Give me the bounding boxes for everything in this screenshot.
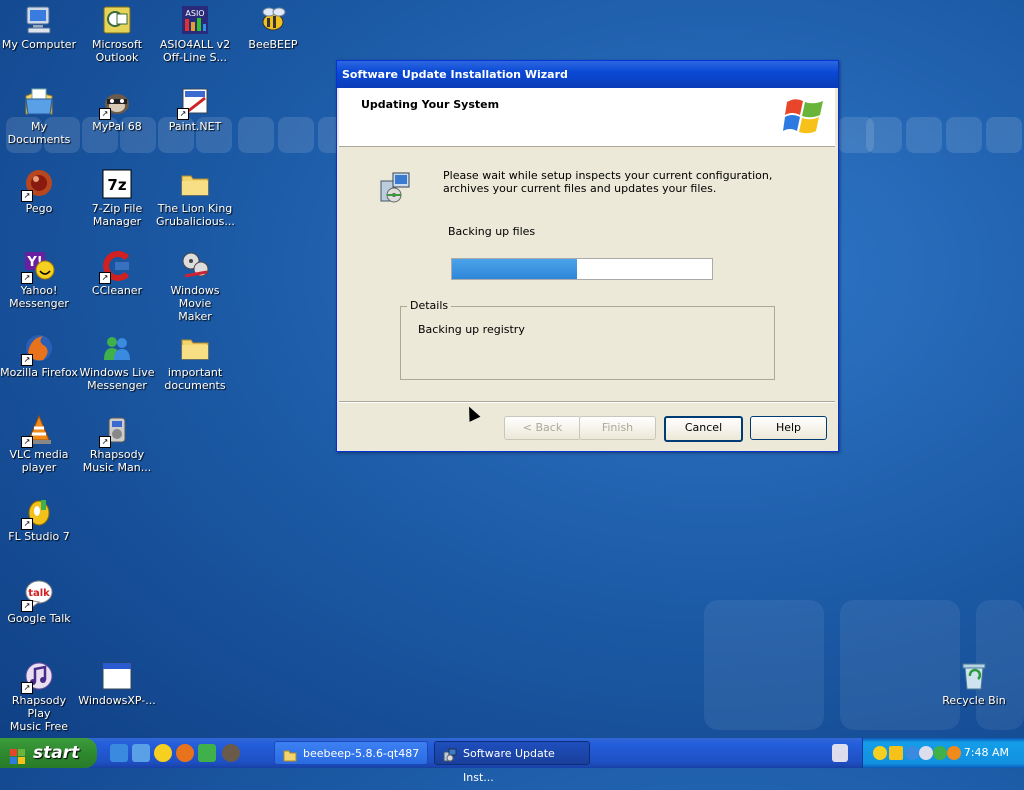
footer-separator [339, 401, 835, 403]
yahoo-messenger-icon: Y! ↗ [21, 250, 55, 284]
my-computer-icon [23, 4, 55, 36]
tray-shield-icon[interactable] [889, 746, 903, 760]
tray-search-icon[interactable] [947, 746, 961, 760]
ccleaner-icon: ↗ [99, 250, 133, 284]
beebeep-icon [257, 4, 289, 36]
desktop-icon-important-documents[interactable]: important documents [156, 332, 234, 392]
pego-icon: ↗ [21, 168, 55, 202]
taskbar-item-beebeep-folder[interactable]: beebeep-5.8.6-qt487 [274, 741, 428, 765]
desktop-icon-rhapsody-play[interactable]: ↗ Rhapsody Play Music Free [0, 660, 78, 733]
window-title[interactable]: Software Update Installation Wizard [337, 61, 838, 88]
windows-flag-icon [783, 94, 827, 138]
wizard-header: Updating Your System [339, 88, 835, 147]
firefox-icon: ↗ [21, 332, 55, 366]
desktop-icon-firefox[interactable]: ↗ Mozilla Firefox [0, 332, 78, 379]
start-button[interactable]: start [0, 738, 97, 768]
rhapsody-icon: ↗ [99, 414, 133, 448]
quicklaunch-outlook-icon[interactable] [132, 744, 150, 762]
tray-live-messenger-icon[interactable] [933, 746, 947, 760]
quicklaunch-mypal-icon[interactable] [222, 744, 240, 762]
wizard-heading: Updating Your System [361, 98, 500, 111]
desktop-icon-ccleaner[interactable]: ↗ CCleaner [78, 250, 156, 297]
finish-button[interactable]: Finish [579, 416, 656, 440]
desktop-icon-pego[interactable]: ↗ Pego [0, 168, 78, 215]
start-label: start [33, 743, 80, 763]
desktop-icon-asio4all[interactable]: ASIO ASIO4ALL v2 Off-Line S... [156, 4, 234, 64]
wizard-body: Please wait while setup inspects your cu… [339, 149, 835, 405]
desktop-icon-beebeep[interactable]: BeeBEEP [234, 4, 312, 51]
svg-text:talk: talk [28, 588, 50, 599]
desktop-icon-my-computer[interactable]: My Computer [0, 4, 78, 51]
fl-studio-icon: ↗ [21, 496, 55, 530]
outlook-icon [101, 4, 133, 36]
system-tray: 7:48 AM [862, 738, 1024, 768]
setup-icon [377, 171, 413, 207]
tray-messenger-icon[interactable] [873, 746, 887, 760]
quicklaunch-ie-icon[interactable] [110, 744, 128, 762]
taskbar-item-software-update[interactable]: Software Update Inst... [434, 741, 590, 784]
help-button[interactable]: Help [750, 416, 827, 440]
desktop-icon-windowsxp[interactable]: WindowsXP-... [78, 660, 156, 707]
back-button[interactable]: < Back [504, 416, 581, 440]
quicklaunch-yahoo-icon[interactable] [154, 744, 172, 762]
desktop-icon-my-documents[interactable]: My Documents [0, 86, 78, 146]
movie-maker-icon [179, 250, 211, 282]
wizard-description: Please wait while setup inspects your cu… [443, 169, 773, 195]
desktop-icon-7zip[interactable]: 7z 7-Zip File Manager [78, 168, 156, 228]
tray-speaker-icon[interactable] [919, 746, 933, 760]
desktop-icon-mypal[interactable]: ↗ MyPal 68 [78, 86, 156, 133]
cancel-button[interactable]: Cancel [664, 416, 743, 442]
window-icon [101, 660, 133, 692]
desktop-icon-recycle-bin[interactable]: Recycle Bin [935, 660, 1013, 707]
my-documents-icon [23, 86, 55, 118]
recycle-bin-icon [958, 660, 990, 692]
taskbar-item-label: beebeep-5.8.6-qt487 [303, 747, 420, 760]
folder-icon [179, 168, 211, 200]
desktop-icon-yahoo-messenger[interactable]: Y! ↗ Yahoo! Messenger [0, 250, 78, 310]
vlc-icon: ↗ [21, 414, 55, 448]
desktop-background-tile [704, 600, 824, 730]
details-group: Details Backing up registry [400, 299, 775, 380]
rhapsody-play-icon: ↗ [21, 660, 55, 694]
quicklaunch-firefox-icon[interactable] [176, 744, 194, 762]
svg-text:ASIO: ASIO [185, 9, 204, 18]
google-talk-icon: talk ↗ [21, 578, 55, 612]
progress-bar [451, 258, 713, 280]
desktop-icon-live-messenger[interactable]: Windows Live Messenger [78, 332, 156, 392]
desktop-icon-vlc[interactable]: ↗ VLC media player [0, 414, 78, 474]
asio4all-icon: ASIO [179, 4, 211, 36]
software-update-wizard-window: Software Update Installation Wizard Upda… [336, 60, 839, 452]
keyboard-icon[interactable] [832, 744, 848, 762]
taskbar-item-label: Software Update Inst... [463, 747, 555, 784]
taskbar: start beebeep-5.8.6-qt487 Software Updat… [0, 738, 1024, 784]
svg-text:7z: 7z [107, 176, 126, 194]
windows-flag-icon [10, 745, 26, 764]
desktop-icon-rhapsody[interactable]: ↗ Rhapsody Music Man... [78, 414, 156, 474]
setup-icon [443, 747, 457, 762]
desktop-icon-google-talk[interactable]: talk ↗ Google Talk [0, 578, 78, 625]
desktop-icon-outlook[interactable]: Microsoft Outlook [78, 4, 156, 64]
folder-icon [179, 332, 211, 364]
7zip-icon: 7z [101, 168, 133, 200]
details-legend: Details [407, 299, 452, 312]
clock[interactable]: 7:48 AM [964, 738, 1009, 768]
desktop-icon-lion-king-folder[interactable]: The Lion King Grubalicious... [156, 168, 235, 228]
folder-icon [283, 747, 297, 762]
details-text: Backing up registry [418, 323, 525, 336]
desktop-icon-movie-maker[interactable]: Windows Movie Maker [156, 250, 234, 323]
progress-bar-fill [452, 259, 577, 279]
desktop-icon-fl-studio[interactable]: ↗ FL Studio 7 [0, 496, 78, 543]
quicklaunch-messenger-icon[interactable] [198, 744, 216, 762]
mypal-icon: ↗ [99, 86, 133, 120]
desktop-icon-paintnet[interactable]: ↗ Paint.NET [156, 86, 234, 133]
live-messenger-icon [101, 332, 133, 364]
progress-status: Backing up files [448, 225, 536, 238]
paintnet-icon: ↗ [177, 86, 211, 120]
tray-network-icon[interactable] [905, 746, 919, 760]
